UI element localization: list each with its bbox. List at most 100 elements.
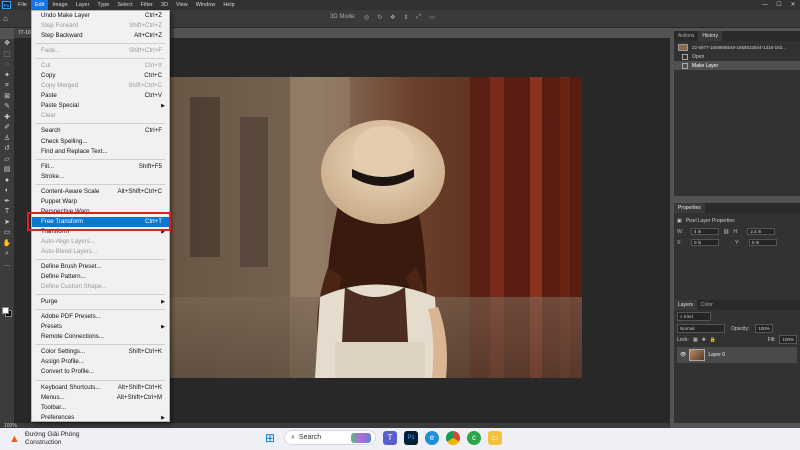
photoshop-taskbar-icon[interactable]: Ps [404, 430, 418, 445]
file-explorer-icon[interactable]: ▭ [488, 430, 502, 445]
menu-item-adobe-pdf-presets[interactable]: Adobe PDF Presets... [32, 312, 169, 322]
photoshop-logo-icon[interactable]: Ps [2, 1, 11, 9]
zoom-tool-icon[interactable]: ⌕ [1, 249, 13, 260]
menu-item-content-aware-scale[interactable]: Content-Aware Scale Alt+Shift+Ctrl+C [32, 187, 169, 197]
windows-start-icon[interactable]: ⊞ [263, 431, 277, 445]
history-snapshot[interactable]: 22-5977-1658858549-1658532844-1316-163..… [674, 43, 800, 52]
menu-layer[interactable]: Layer [72, 0, 94, 10]
more-tools-icon[interactable]: … [1, 260, 13, 271]
menu-help[interactable]: Help [219, 0, 238, 10]
move-tool-icon[interactable]: ✥ [1, 39, 13, 50]
menu-item-remote-connections[interactable]: Remote Connections... [32, 332, 169, 342]
visibility-eye-icon[interactable]: 👁 [680, 352, 686, 358]
blur-tool-icon[interactable]: ● [1, 176, 13, 187]
menu-file[interactable]: File [14, 0, 31, 10]
coccoc-icon[interactable]: c [467, 430, 481, 445]
y-field[interactable]: 0 in [749, 239, 777, 246]
blend-mode-select[interactable]: Normal [677, 324, 725, 333]
close-icon[interactable]: ✕ [786, 0, 800, 10]
tab-history[interactable]: History [698, 31, 722, 41]
clone-stamp-tool-icon[interactable]: ♙ [1, 134, 13, 145]
menu-view[interactable]: View [172, 0, 192, 10]
menu-item-assign-profile[interactable]: Assign Profile... [32, 357, 169, 367]
menu-item-find-and-replace-text[interactable]: Find and Replace Text... [32, 147, 169, 157]
menu-item-toolbar[interactable]: Toolbar... [32, 403, 169, 413]
video-icon[interactable]: ▭ [429, 14, 435, 21]
dodge-tool-icon[interactable]: ◐ [1, 186, 13, 197]
menu-item-presets[interactable]: Presets ▶ [32, 322, 169, 332]
menu-item-preferences[interactable]: Preferences ▶ [32, 413, 169, 423]
history-state[interactable]: Open [674, 52, 800, 61]
layer-row[interactable]: 👁 Layer 0 [677, 347, 797, 363]
history-state[interactable]: Make Layer [674, 61, 800, 70]
width-field[interactable]: 4 in [691, 228, 719, 235]
lasso-tool-icon[interactable]: ◌ [1, 60, 13, 71]
menu-window[interactable]: Window [192, 0, 220, 10]
layer-filter-kind[interactable]: ⌕ Kind [677, 312, 711, 321]
tab-color[interactable]: Color [697, 300, 717, 310]
menu-type[interactable]: Type [93, 0, 113, 10]
history-brush-tool-icon[interactable]: ↺ [1, 144, 13, 155]
chrome-icon[interactable] [446, 430, 460, 445]
menu-item-paste[interactable]: Paste Ctrl+V [32, 91, 169, 101]
lock-pixels-icon[interactable]: ▦ [693, 337, 698, 343]
lock-position-icon[interactable]: ✥ [702, 337, 706, 343]
rectangle-tool-icon[interactable]: ▭ [1, 228, 13, 239]
tab-properties[interactable]: Properties [674, 203, 705, 213]
marquee-tool-icon[interactable]: ⬚ [1, 50, 13, 61]
pen-tool-icon[interactable]: ✒ [1, 197, 13, 208]
opacity-field[interactable]: 100% [755, 324, 773, 333]
menu-item-menus[interactable]: Menus... Alt+Shift+Ctrl+M [32, 393, 169, 403]
menu-image[interactable]: Image [48, 0, 71, 10]
link-icon[interactable]: ⛓ [723, 229, 729, 235]
slide-icon[interactable]: ⇕ [403, 14, 408, 21]
menu-edit[interactable]: Edit [30, 0, 49, 10]
menu-item-fill[interactable]: Fill... Shift+F5 [32, 162, 169, 172]
tab-layers[interactable]: Layers [674, 300, 698, 310]
teams-icon[interactable]: T [383, 430, 397, 445]
roll-icon[interactable]: ↻ [377, 14, 382, 21]
edge-icon[interactable]: e [425, 430, 439, 445]
menu-item-purge[interactable]: Purge ▶ [32, 297, 169, 307]
height-field[interactable]: 2.4 in [747, 228, 776, 235]
orbit-icon[interactable]: ◎ [364, 14, 369, 21]
menu-item-convert-to-profile[interactable]: Convert to Profile... [32, 367, 169, 377]
menu-item-define-pattern[interactable]: Define Pattern... [32, 272, 169, 282]
eyedropper-tool-icon[interactable]: ✎ [1, 102, 13, 113]
frame-tool-icon[interactable]: ⊠ [1, 92, 13, 103]
lock-all-icon[interactable]: 🔒 [710, 337, 716, 343]
minimize-icon[interactable]: — [758, 0, 772, 10]
menu-item-copy[interactable]: Copy Ctrl+C [32, 71, 169, 81]
menu-item-check-spelling[interactable]: Check Spelling... [32, 137, 169, 147]
eraser-tool-icon[interactable]: ▱ [1, 155, 13, 166]
menu-select[interactable]: Select [113, 0, 136, 10]
menu-item-search[interactable]: Search Ctrl+F [32, 126, 169, 136]
weather-widget[interactable]: ▲ Đường Giải Phóng Construction [9, 431, 80, 447]
home-icon[interactable]: ⌂ [3, 14, 13, 24]
menu-item-define-brush-preset[interactable]: Define Brush Preset... [32, 262, 169, 272]
menu-item-stroke[interactable]: Stroke... [32, 172, 169, 182]
pan-icon[interactable]: ✥ [390, 14, 395, 21]
tab-actions[interactable]: Actions [674, 31, 698, 41]
menu-item-color-settings[interactable]: Color Settings... Shift+Ctrl+K [32, 347, 169, 357]
maximize-icon[interactable]: ☐ [772, 0, 786, 10]
menu-item-keyboard-shortcuts[interactable]: Keyboard Shortcuts... Alt+Shift+Ctrl+K [32, 383, 169, 393]
taskbar-search-box[interactable]: ⌕ Search [284, 430, 376, 445]
menu-filter[interactable]: Filter [137, 0, 157, 10]
fill-field[interactable]: 100% [779, 335, 797, 344]
hand-tool-icon[interactable]: ✋ [1, 239, 13, 250]
menu-item-undo-make-layer[interactable]: Undo Make Layer Ctrl+Z [32, 11, 169, 21]
crop-tool-icon[interactable]: ⌗ [1, 81, 13, 92]
healing-brush-tool-icon[interactable]: ✚ [1, 113, 13, 124]
document-canvas-image[interactable] [170, 77, 582, 378]
x-field[interactable]: 0 in [691, 239, 719, 246]
gradient-tool-icon[interactable]: ▤ [1, 165, 13, 176]
foreground-color-swatch[interactable] [2, 307, 9, 314]
magic-wand-tool-icon[interactable]: ✦ [1, 71, 13, 82]
menu-item-puppet-warp[interactable]: Puppet Warp [32, 197, 169, 207]
path-selection-tool-icon[interactable]: ➤ [1, 218, 13, 229]
scale-icon[interactable]: ⤢ [416, 14, 421, 21]
type-tool-icon[interactable]: T [1, 207, 13, 218]
brush-tool-icon[interactable]: ✐ [1, 123, 13, 134]
menu-item-paste-special[interactable]: Paste Special ▶ [32, 101, 169, 111]
